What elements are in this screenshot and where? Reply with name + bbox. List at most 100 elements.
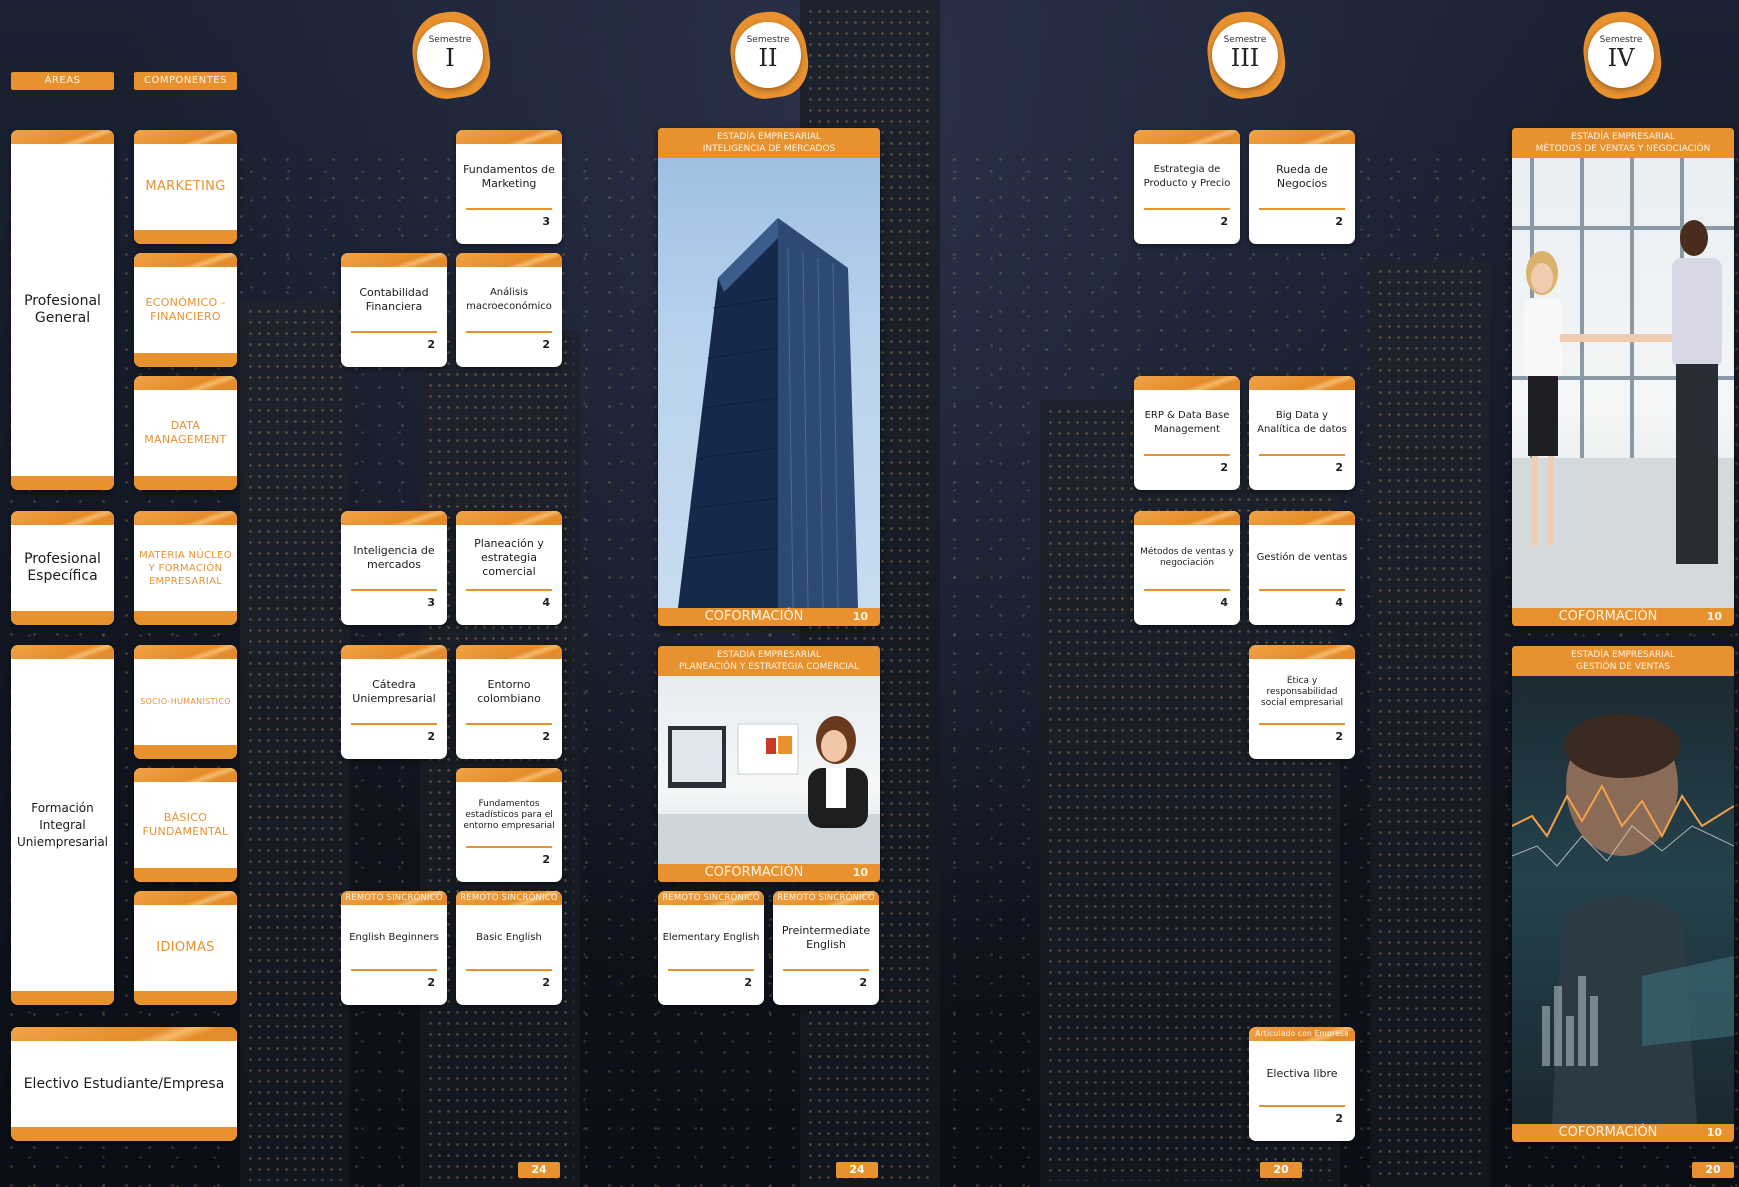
card-foot (11, 1127, 237, 1141)
course-credits: 2 (542, 730, 550, 743)
course-card[interactable]: Articulado con Empresa Electiva libre 2 (1249, 1027, 1355, 1141)
course-card[interactable]: REMOTO SINCRÓNICO Preintermediate Englis… (773, 891, 879, 1005)
course-card[interactable]: Estrategia de Producto y Precio 2 (1134, 130, 1240, 244)
card-rule (1259, 723, 1345, 725)
panel-credits: 10 (1706, 610, 1722, 623)
course-card[interactable]: Rueda de Negocios 2 (1249, 130, 1355, 244)
card-foot (134, 476, 237, 490)
area-electivo: Electivo Estudiante/Empresa (11, 1027, 237, 1141)
course-credits: 4 (542, 596, 550, 609)
card-cap (134, 768, 237, 782)
card-cap (134, 891, 237, 905)
component-label: DATA MANAGEMENT (144, 419, 227, 446)
panel-title-line1: ESTADÍA EMPRESARIAL (1571, 132, 1675, 142)
semester-badge-3: Semestre III (1198, 7, 1294, 104)
panel-footer: COFORMACIÓN 10 (1512, 608, 1734, 626)
card-foot (11, 991, 114, 1005)
card-rule (351, 723, 437, 725)
course-name: Big Data y Analítica de datos (1257, 410, 1347, 435)
panel-title-line2: GESTIÓN DE VENTAS (1576, 662, 1670, 672)
course-tag: REMOTO SINCRÓNICO (460, 893, 558, 903)
course-name: Inteligencia de mercados (353, 544, 435, 571)
panel-footer-label: COFORMACIÓN (704, 609, 804, 624)
card-rule (351, 331, 437, 333)
course-card[interactable]: Fundamentos estadísticos para el entorno… (456, 768, 562, 882)
panel-title-line2: MÉTODOS DE VENTAS Y NEGOCIACIÓN (1535, 144, 1711, 154)
area-label: Electivo Estudiante/Empresa (23, 1075, 225, 1092)
card-foot (134, 230, 237, 244)
badge-disc: Semestre II (735, 22, 801, 88)
semester-badge-4: Semestre IV (1574, 7, 1670, 104)
semester-total-4: 20 (1692, 1162, 1734, 1178)
card-rule (1259, 454, 1345, 456)
course-credits: 2 (1335, 215, 1343, 228)
course-name: ERP & Data Base Management (1144, 410, 1230, 435)
panel-title-line2: INTELIGENCIA DE MERCADOS (702, 144, 836, 154)
internship-panel[interactable]: ESTADÍA EMPRESARIAL MÉTODOS DE VENTAS Y … (1512, 128, 1734, 626)
course-credits: 3 (427, 596, 435, 609)
internship-panel[interactable]: ESTADÍA EMPRESARIAL GESTIÓN DE VENTAS CO… (1512, 646, 1734, 1142)
internship-panel[interactable]: ESTADÍA EMPRESARIAL INTELIGENCIA DE MERC… (658, 128, 880, 626)
course-name: Contabilidad Financiera (359, 286, 429, 313)
course-card[interactable]: Cátedra Uniempresarial 2 (341, 645, 447, 759)
area-label: Formación Integral Uniempresarial (16, 800, 109, 849)
card-cap (134, 645, 237, 659)
card-rule (351, 589, 437, 591)
semester-numeral: III (1230, 44, 1260, 72)
semester-total-2: 24 (836, 1162, 878, 1178)
card-cap (11, 645, 114, 659)
course-card[interactable]: Análisis macroeconómico 2 (456, 253, 562, 367)
component-label: ECONÓMICO - FINANCIERO (145, 296, 226, 323)
panel-credits: 10 (852, 610, 868, 623)
area-label: Profesional Específica (24, 551, 101, 584)
panel-title-line2: PLANEACIÓN Y ESTRATEGIA COMERCIAL (678, 662, 859, 672)
panel-footer: COFORMACIÓN 10 (658, 608, 880, 626)
component-socio-humanistico: SOCIO-HUMANÍSTICO (134, 645, 237, 759)
component-label: BÁSICO FUNDAMENTAL (142, 811, 229, 838)
component-materia-nucleo: MATERIA NÚCLEO Y FORMACIÓN EMPRESARIAL (134, 511, 237, 625)
course-card[interactable]: ERP & Data Base Management 2 (1134, 376, 1240, 490)
card-foot (134, 611, 237, 625)
component-label: IDIOMAS (156, 940, 215, 955)
course-card[interactable]: Planeación y estrategia comercial 4 (456, 511, 562, 625)
card-rule (466, 723, 552, 725)
card-cap (456, 768, 562, 782)
course-card[interactable]: Contabilidad Financiera 2 (341, 253, 447, 367)
components-header: COMPONENTES (134, 72, 237, 90)
course-card[interactable]: Fundamentos de Marketing 3 (456, 130, 562, 244)
area-profesional-especifica: Profesional Específica (11, 511, 114, 625)
semester-label: Semestre (428, 35, 472, 45)
course-credits: 2 (542, 976, 550, 989)
component-label: MATERIA NÚCLEO Y FORMACIÓN EMPRESARIAL (139, 549, 232, 587)
course-card[interactable]: Gestión de ventas 4 (1249, 511, 1355, 625)
course-card[interactable]: Métodos de ventas y negociación 4 (1134, 511, 1240, 625)
course-name: Rueda de Negocios (1276, 163, 1328, 190)
course-card[interactable]: REMOTO SINCRÓNICO Elementary English 2 (658, 891, 764, 1005)
area-label: Profesional General (24, 293, 101, 326)
card-cap (1249, 376, 1355, 390)
course-card[interactable]: Ética y responsabilidad social empresari… (1249, 645, 1355, 759)
course-card[interactable]: REMOTO SINCRÓNICO Basic English 2 (456, 891, 562, 1005)
panel-footer: COFORMACIÓN 10 (658, 864, 880, 882)
course-name: Ética y responsabilidad social empresari… (1261, 675, 1343, 708)
course-card[interactable]: Inteligencia de mercados 3 (341, 511, 447, 625)
card-rule (466, 969, 552, 971)
course-card[interactable]: Big Data y Analítica de datos 2 (1249, 376, 1355, 490)
course-tag: Articulado con Empresa (1255, 1029, 1349, 1038)
course-credits: 2 (859, 976, 867, 989)
card-rule (1259, 208, 1345, 210)
analytics-photo (1512, 676, 1734, 1124)
course-card[interactable]: REMOTO SINCRÓNICO English Beginners 2 (341, 891, 447, 1005)
card-foot (11, 611, 114, 625)
internship-panel[interactable]: ESTADÍA EMPRESARIAL PLANEACIÓN Y ESTRATE… (658, 646, 880, 882)
course-card[interactable]: Entorno colombiano 2 (456, 645, 562, 759)
handshake-illustration (1512, 158, 1734, 608)
card-rule (1259, 1105, 1345, 1107)
component-label: SOCIO-HUMANÍSTICO (140, 697, 231, 706)
card-cap (456, 130, 562, 144)
card-rule (1144, 454, 1230, 456)
course-name: Basic English (476, 932, 542, 943)
course-credits: 2 (542, 853, 550, 866)
handshake-photo (1512, 158, 1734, 608)
card-cap (1249, 645, 1355, 659)
